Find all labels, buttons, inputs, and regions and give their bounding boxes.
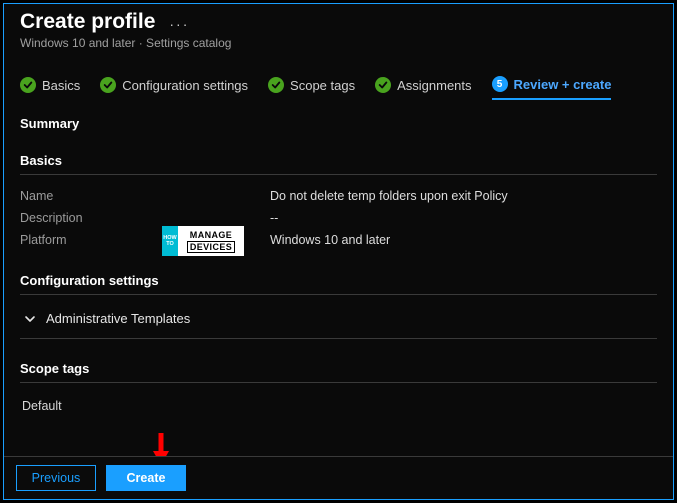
step-label: Review + create [514,77,612,92]
wizard-footer: Previous Create [4,456,673,499]
expander-label: Administrative Templates [46,311,190,326]
summary-heading: Summary [20,116,657,131]
check-icon [100,77,116,93]
divider [20,174,657,175]
step-number-icon: 5 [492,76,508,92]
page-subtitle: Windows 10 and later · Settings catalog [20,36,657,50]
more-icon[interactable]: ··· [169,12,189,32]
step-label: Assignments [397,78,471,93]
watermark-logo: HOW TO MANAGE DEVICES [162,226,244,256]
step-scope-tags[interactable]: Scope tags [268,77,355,99]
step-configuration-settings[interactable]: Configuration settings [100,77,248,99]
basics-platform-row: Platform Windows 10 and later [20,229,657,251]
create-profile-panel: Create profile ··· Windows 10 and later … [3,3,674,500]
step-review-create[interactable]: 5 Review + create [492,76,612,100]
divider [20,294,657,295]
step-label: Basics [42,78,80,93]
check-icon [375,77,391,93]
basics-description-row: Description -- [20,207,657,229]
field-value: -- [270,211,278,225]
previous-button[interactable]: Previous [16,465,96,491]
step-basics[interactable]: Basics [20,77,80,99]
field-value: Do not delete temp folders upon exit Pol… [270,189,508,203]
page-title: Create profile [20,10,155,34]
create-button[interactable]: Create [106,465,186,491]
divider [20,382,657,383]
step-assignments[interactable]: Assignments [375,77,471,99]
step-label: Scope tags [290,78,355,93]
check-icon [268,77,284,93]
basics-name-row: Name Do not delete temp folders upon exi… [20,185,657,207]
scope-tag-item: Default [20,393,657,413]
field-label: Description [20,211,270,225]
review-body: Summary Basics Name Do not delete temp f… [4,116,673,413]
field-value: Windows 10 and later [270,233,390,247]
check-icon [20,77,36,93]
field-label: Name [20,189,270,203]
step-label: Configuration settings [122,78,248,93]
divider [20,338,657,339]
scope-heading: Scope tags [20,361,657,376]
panel-header: Create profile ··· Windows 10 and later … [4,4,673,54]
admin-templates-row[interactable]: Administrative Templates [20,305,657,332]
basics-heading: Basics [20,153,657,168]
chevron-down-icon [24,313,36,325]
wizard-steps: Basics Configuration settings Scope tags… [4,54,673,110]
config-heading: Configuration settings [20,273,657,288]
